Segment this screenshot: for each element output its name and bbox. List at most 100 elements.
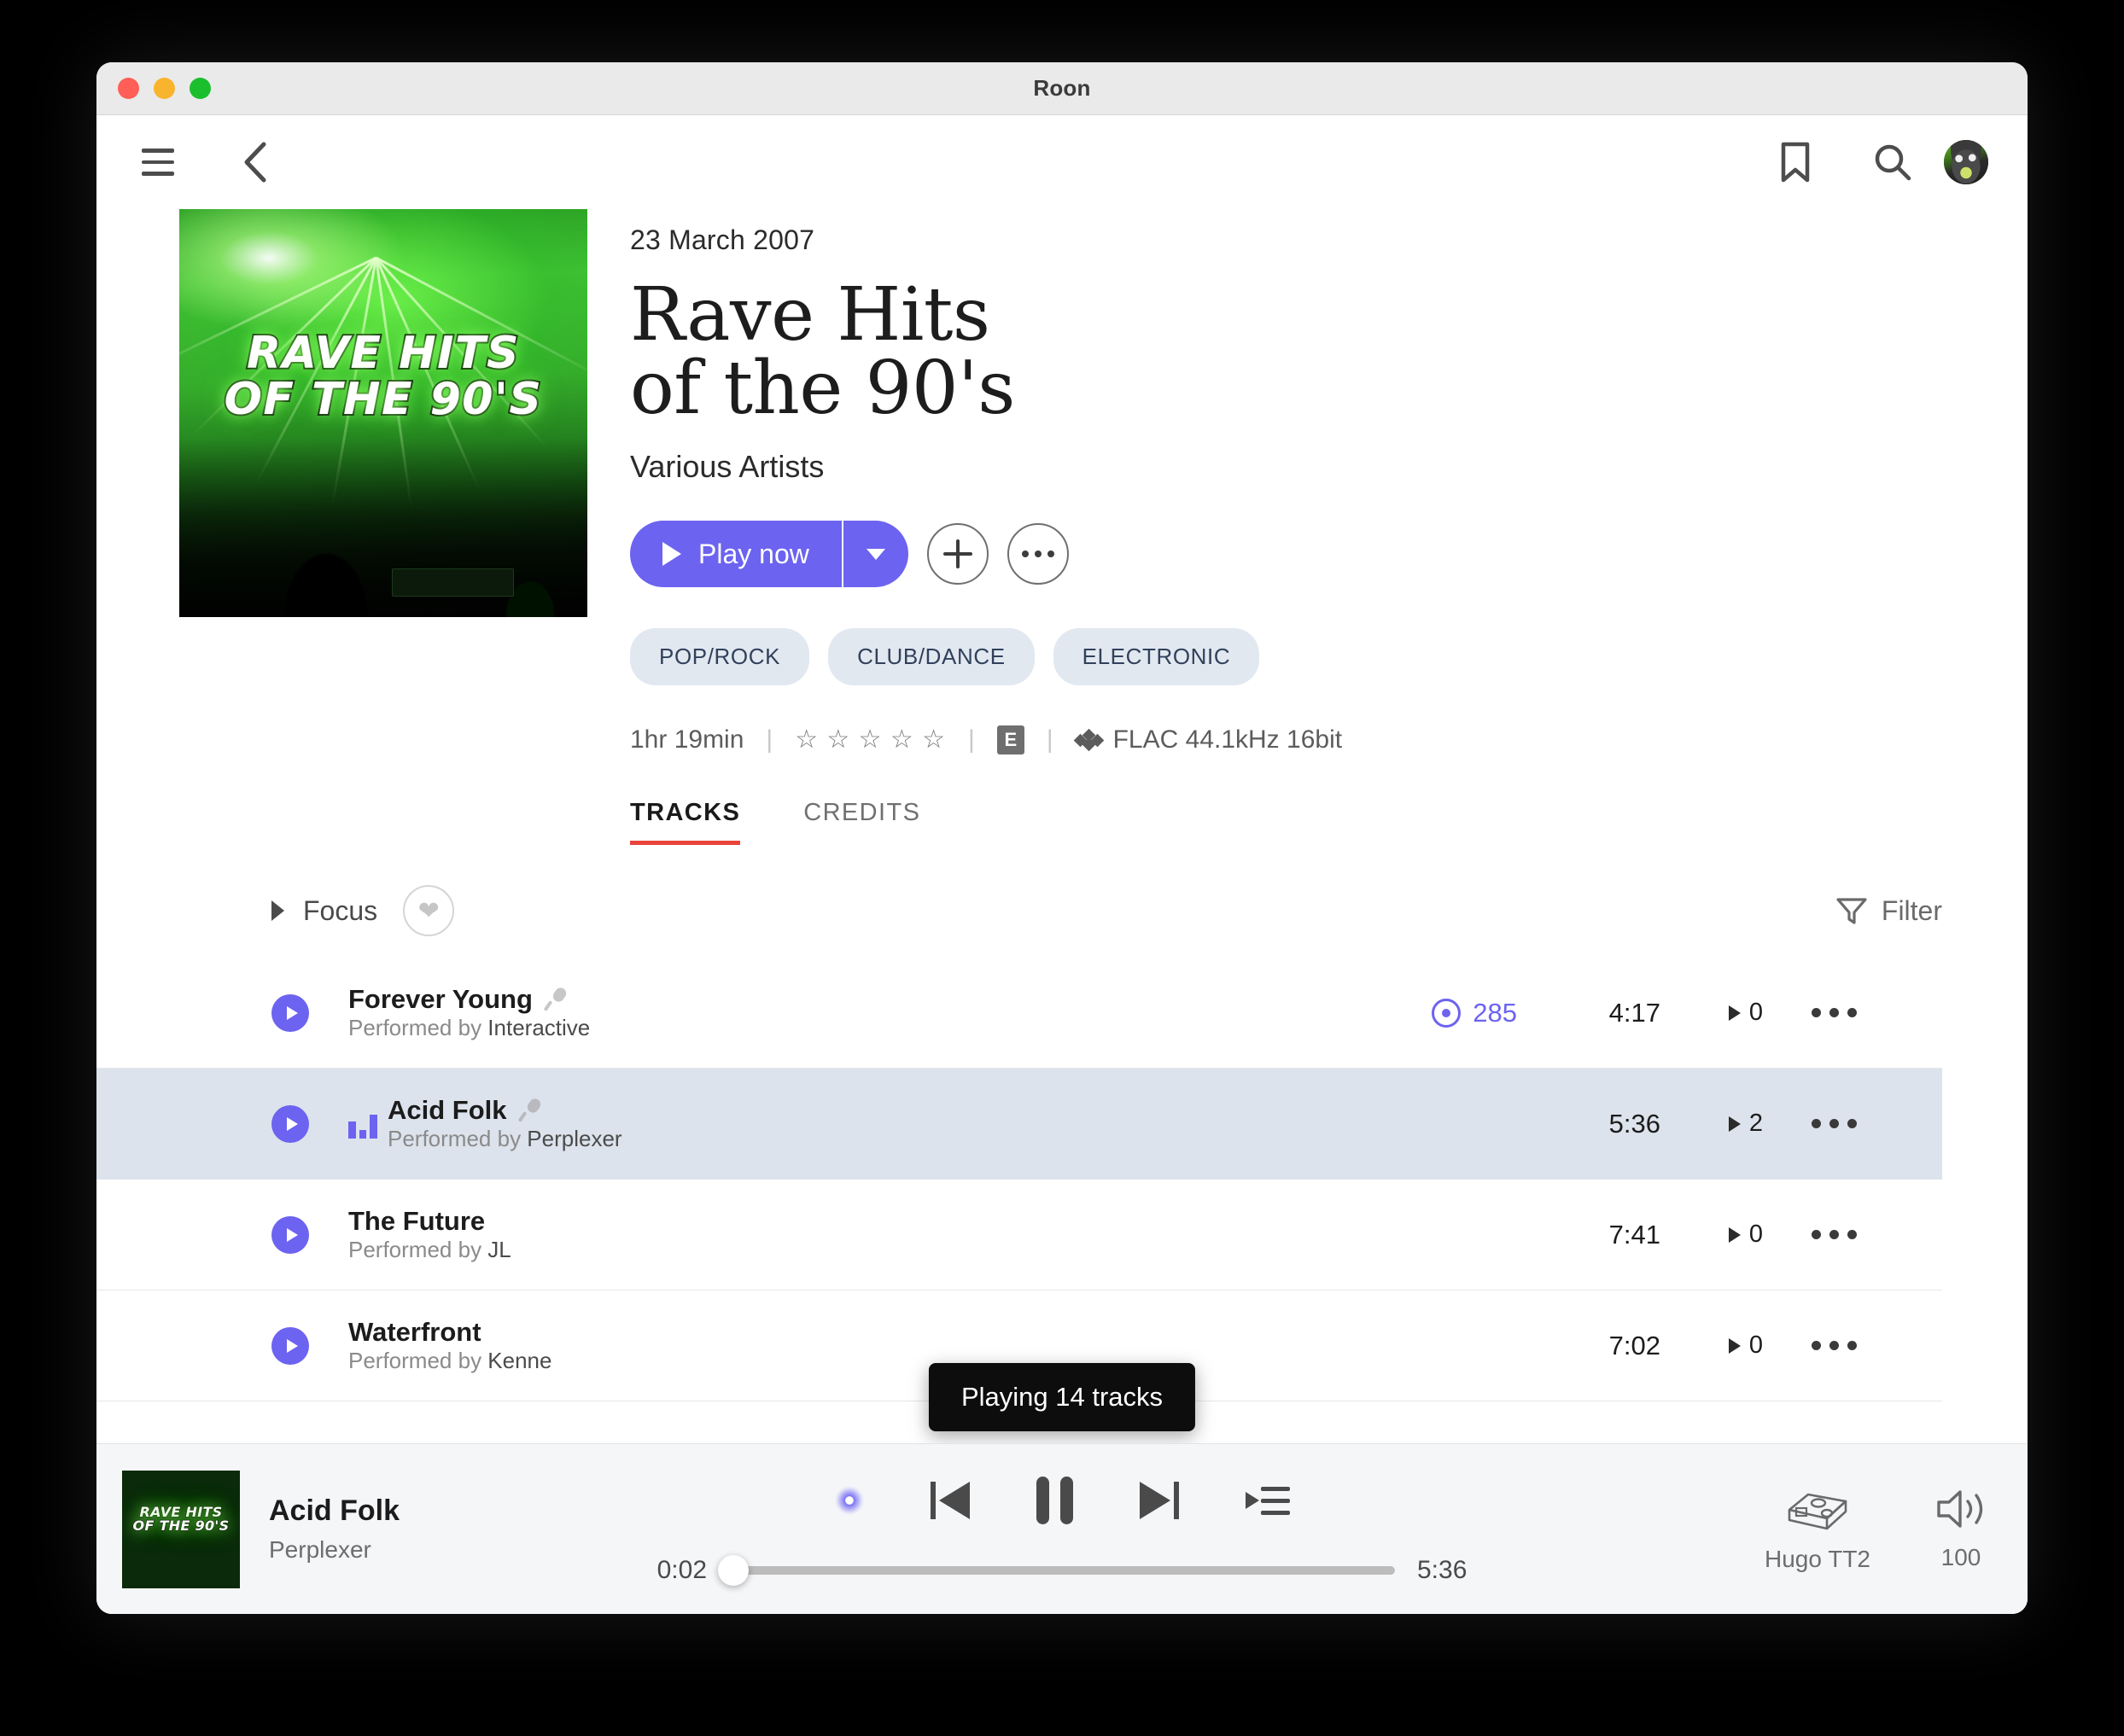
audio-format: FLAC 44.1kHz 16bit xyxy=(1076,725,1342,754)
album-artist[interactable]: Various Artists xyxy=(630,449,1342,485)
track-performer: Performed by Kenne xyxy=(348,1348,551,1373)
previous-icon xyxy=(931,1482,970,1519)
cover-art-text: RAVE HITS OF THE 90'S xyxy=(179,331,587,422)
pause-icon xyxy=(1036,1477,1073,1524)
performer-name[interactable]: Kenne xyxy=(487,1348,551,1373)
next-track-button[interactable] xyxy=(1140,1482,1179,1519)
favorites-filter-button[interactable]: ❤ xyxy=(403,885,454,936)
microphone-icon xyxy=(545,987,567,1012)
performer-name[interactable]: Interactive xyxy=(487,1015,590,1040)
genre-chip[interactable]: CLUB/DANCE xyxy=(828,628,1035,685)
player-bar: RAVE HITS OF THE 90'S Acid Folk Perplexe… xyxy=(96,1443,2028,1614)
track-more-button[interactable] xyxy=(1763,1341,1857,1350)
track-performer: Performed by JL xyxy=(348,1237,511,1262)
table-row[interactable]: Acid Folk Performed by Perplexer 5:36 2 xyxy=(96,1069,1942,1180)
toast-notification: Playing 14 tracks xyxy=(929,1363,1195,1431)
album-cover-art[interactable]: RAVE HITS OF THE 90'S xyxy=(179,209,587,617)
album-metadata-row: 1hr 19min | ☆ ☆ ☆ ☆ ☆ | E | FLAC 44.1kHz… xyxy=(630,725,1342,754)
now-playing-title[interactable]: Acid Folk xyxy=(269,1494,400,1528)
audio-format-label: FLAC 44.1kHz 16bit xyxy=(1113,725,1342,754)
track-duration: 4:17 xyxy=(1558,998,1660,1028)
track-more-button[interactable] xyxy=(1763,1008,1857,1017)
filter-button[interactable]: Filter xyxy=(1835,895,1942,927)
microphone-icon xyxy=(519,1098,541,1123)
track-more-button[interactable] xyxy=(1763,1119,1857,1128)
queue-button[interactable] xyxy=(1246,1483,1290,1518)
now-playing-info: Acid Folk Perplexer xyxy=(269,1494,400,1564)
track-play-button[interactable] xyxy=(271,1105,309,1143)
focus-button[interactable]: Focus xyxy=(271,895,377,927)
explicit-badge: E xyxy=(997,725,1024,754)
track-play-count: 0 xyxy=(1660,1331,1763,1360)
filter-label: Filter xyxy=(1882,895,1942,927)
heart-icon: ❤ xyxy=(418,896,440,926)
play-now-group: Play now xyxy=(630,521,908,587)
page-title: Rave Hits of the 90's xyxy=(630,278,1342,425)
radio-star-icon xyxy=(835,1486,864,1515)
track-title[interactable]: Forever Young xyxy=(348,984,533,1015)
now-playing-indicator-icon xyxy=(348,1110,377,1139)
genre-chip[interactable]: POP/ROCK xyxy=(630,628,809,685)
window-titlebar: Roon xyxy=(96,62,2028,115)
performed-by-prefix: Performed by xyxy=(388,1126,527,1151)
plus-icon xyxy=(943,539,972,568)
performed-by-prefix: Performed by xyxy=(348,1348,487,1373)
avatar[interactable] xyxy=(1944,140,1988,184)
tab-tracks[interactable]: TRACKS xyxy=(630,799,740,845)
track-title-row: Forever Young xyxy=(348,984,1432,1015)
genre-chip[interactable]: ELECTRONIC xyxy=(1053,628,1260,685)
cover-dj-deck xyxy=(392,568,514,597)
add-to-library-button[interactable] xyxy=(927,523,989,585)
track-play-button[interactable] xyxy=(271,994,309,1032)
track-play-count: 2 xyxy=(1660,1110,1763,1138)
play-count-value: 0 xyxy=(1749,1220,1763,1249)
table-row[interactable]: Forever Young Performed by Interactive 2… xyxy=(96,958,1942,1069)
track-info: Forever Young Performed by Interactive xyxy=(348,984,1432,1041)
track-title[interactable]: Waterfront xyxy=(348,1317,481,1348)
bookmarks-button[interactable] xyxy=(1759,126,1831,198)
menu-button[interactable] xyxy=(127,131,189,193)
play-count-icon xyxy=(1729,1227,1741,1243)
track-title[interactable]: Acid Folk xyxy=(388,1095,507,1126)
performer-name[interactable]: Perplexer xyxy=(527,1126,621,1151)
track-plays-badge[interactable]: 285 xyxy=(1432,998,1517,1028)
track-more-button[interactable] xyxy=(1763,1230,1857,1239)
play-options-dropdown-button[interactable] xyxy=(842,521,908,587)
genre-chip-list: POP/ROCK CLUB/DANCE ELECTRONIC xyxy=(630,628,1342,685)
pause-button[interactable] xyxy=(1036,1477,1073,1524)
bookmark-icon xyxy=(1778,142,1812,183)
play-icon xyxy=(662,542,681,566)
play-now-button[interactable]: Play now xyxy=(630,521,842,587)
track-play-button[interactable] xyxy=(271,1327,309,1365)
cover-crowd-silhouette xyxy=(179,438,587,617)
back-button[interactable] xyxy=(225,131,286,193)
volume-icon xyxy=(1934,1486,1988,1532)
more-options-button[interactable] xyxy=(1007,523,1069,585)
search-icon xyxy=(1873,143,1912,182)
track-title[interactable]: The Future xyxy=(348,1206,485,1237)
table-row[interactable]: The Future Performed by JL 7:41 0 xyxy=(96,1180,1942,1290)
rating-stars[interactable]: ☆ ☆ ☆ ☆ ☆ xyxy=(795,725,946,754)
track-play-button[interactable] xyxy=(271,1216,309,1254)
search-button[interactable] xyxy=(1857,126,1929,198)
track-info: Acid Folk Performed by Perplexer xyxy=(388,1095,1558,1152)
cover-text-line-2: OF THE 90'S xyxy=(179,377,587,423)
track-play-count: 0 xyxy=(1660,999,1763,1027)
tab-credits[interactable]: CREDITS xyxy=(803,799,920,845)
meta-divider: | xyxy=(1047,725,1053,754)
queue-icon xyxy=(1246,1483,1290,1518)
album-actions: Play now xyxy=(630,521,1342,587)
performer-name[interactable]: JL xyxy=(487,1237,511,1262)
previous-track-button[interactable] xyxy=(931,1482,970,1519)
cover-text-line-1: RAVE HITS xyxy=(179,331,587,377)
play-count-icon xyxy=(1729,1116,1741,1132)
ellipsis-icon xyxy=(1022,551,1054,557)
seek-thumb[interactable] xyxy=(718,1555,749,1586)
seek-slider[interactable] xyxy=(729,1566,1395,1575)
app-body: RAVE HITS OF THE 90'S 23 March 2007 Rave… xyxy=(96,115,2028,1614)
meta-divider: | xyxy=(766,725,773,754)
play-count-icon xyxy=(1729,1005,1741,1021)
roon-radio-button[interactable] xyxy=(835,1486,864,1515)
track-duration: 5:36 xyxy=(1558,1109,1660,1139)
top-navigation-bar xyxy=(96,115,2028,209)
